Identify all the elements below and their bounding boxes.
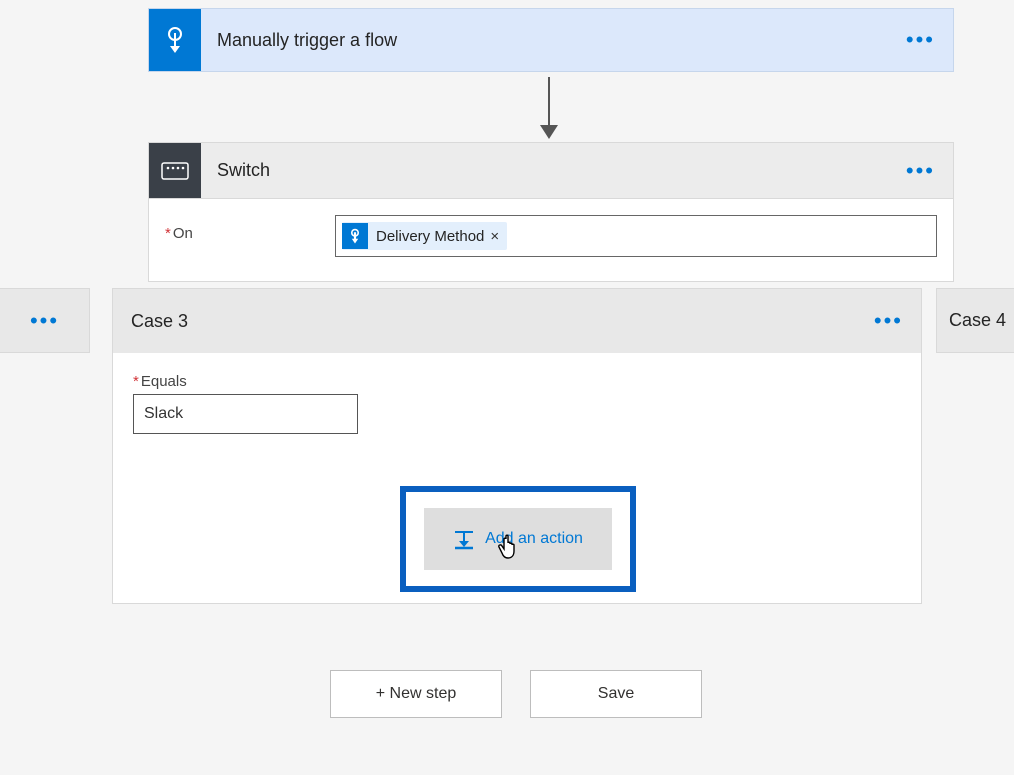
switch-body: *On Delivery Method ×	[149, 199, 953, 281]
case3-body: *Equals Add an action	[113, 353, 921, 603]
case4-title: Case 4	[949, 310, 1006, 331]
flow-arrow	[540, 77, 558, 139]
manual-trigger-icon	[342, 223, 368, 249]
switch-icon	[149, 143, 201, 198]
more-icon[interactable]: •••	[30, 310, 59, 332]
token-label: Delivery Method	[376, 228, 484, 245]
add-action-button[interactable]: Add an action	[424, 508, 612, 570]
equals-input[interactable]	[133, 394, 358, 434]
bottom-buttons: + New step Save	[330, 670, 702, 718]
more-icon[interactable]: •••	[906, 29, 953, 51]
token-chip-delivery-method[interactable]: Delivery Method ×	[342, 222, 507, 250]
switch-header[interactable]: Switch •••	[149, 143, 953, 199]
case3-header[interactable]: Case 3 •••	[113, 289, 921, 353]
more-icon[interactable]: •••	[874, 310, 921, 332]
equals-label: *Equals	[133, 373, 901, 390]
case3-card: Case 3 ••• *Equals Add an action	[112, 288, 922, 604]
on-label: *On	[165, 215, 335, 242]
add-action-highlight: Add an action	[400, 486, 636, 592]
required-star: *	[165, 225, 171, 242]
more-icon[interactable]: •••	[906, 160, 953, 182]
save-button[interactable]: Save	[530, 670, 702, 718]
flow-canvas: Manually trigger a flow ••• Switch •••	[0, 0, 1014, 775]
trigger-title: Manually trigger a flow	[201, 30, 906, 51]
case3-title: Case 3	[131, 311, 874, 332]
add-action-label: Add an action	[485, 530, 583, 548]
manual-trigger-icon	[149, 9, 201, 71]
switch-card: Switch ••• *On Delivery Method ×	[148, 142, 954, 282]
required-star: *	[133, 373, 139, 390]
switch-title: Switch	[201, 160, 906, 181]
trigger-card[interactable]: Manually trigger a flow •••	[148, 8, 954, 72]
add-action-icon	[453, 528, 475, 550]
case-prev-partial[interactable]: •••	[0, 288, 90, 353]
case-next-partial[interactable]: Case 4	[936, 288, 1014, 353]
new-step-button[interactable]: + New step	[330, 670, 502, 718]
token-remove-icon[interactable]: ×	[490, 228, 499, 245]
on-expression-input[interactable]: Delivery Method ×	[335, 215, 937, 257]
